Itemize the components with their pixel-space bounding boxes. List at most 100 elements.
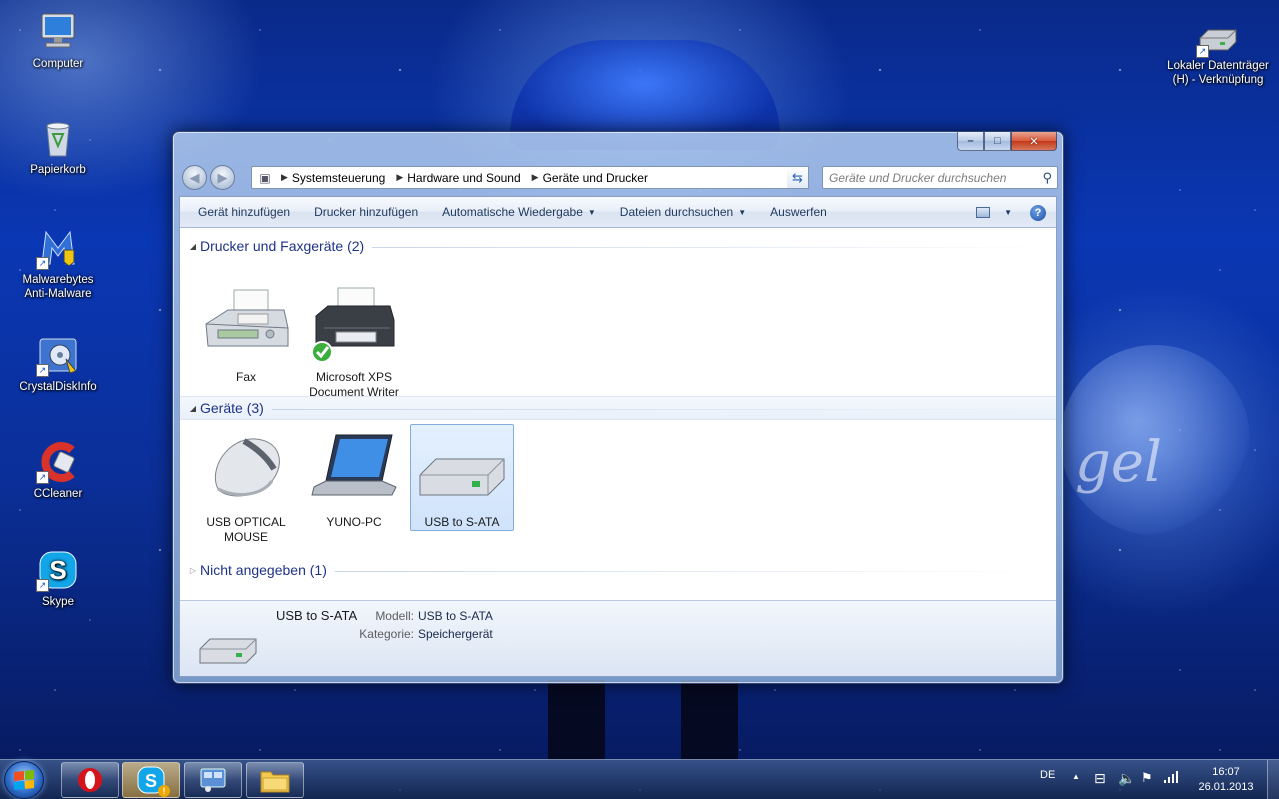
- desktop-icon-malwarebytes[interactable]: ↗ Malwarebytes Anti-Malware: [13, 226, 103, 301]
- expand-triangle-icon: ▷: [189, 565, 197, 575]
- computer-icon: [36, 10, 80, 54]
- search-icon[interactable]: ⚲: [1042, 170, 1052, 186]
- address-bar[interactable]: ▣ ▶ Systemsteuerung ▶ Hardware und Sound…: [251, 166, 809, 189]
- group-header-devices[interactable]: ◢ Geräte (3): [186, 396, 1050, 420]
- back-arrow-icon: ◀: [189, 169, 200, 185]
- breadcrumb-separator-icon: ▶: [531, 172, 539, 182]
- breadcrumb-separator-icon: ▶: [396, 172, 404, 182]
- refresh-button[interactable]: ⇆: [787, 166, 809, 189]
- taskbar-skype[interactable]: S !: [122, 762, 180, 798]
- shortcut-arrow-icon: ↗: [1196, 45, 1209, 58]
- group-header-printers[interactable]: ◢ Drucker und Faxgeräte (2): [186, 234, 1050, 258]
- folder-icon: [260, 771, 290, 793]
- mouse-icon: [198, 429, 294, 511]
- clock-time: 16:07: [1212, 766, 1240, 778]
- fax-icon: [198, 284, 294, 366]
- search-input[interactable]: [829, 170, 1029, 185]
- recycle-bin-icon: [36, 116, 80, 160]
- group-divider: [271, 408, 1050, 410]
- skype-icon: S ↗: [36, 548, 80, 592]
- details-pane: USB to S-ATA Modell: USB to S-ATA Kategor…: [180, 600, 1056, 676]
- device-microsoft-xps-document-writer[interactable]: Microsoft XPS Document Writer: [302, 279, 406, 401]
- show-hidden-icons-button[interactable]: ▲: [1072, 772, 1080, 781]
- wallpaper-figure-legs: [548, 680, 738, 760]
- chevron-down-icon: ▼: [1004, 208, 1012, 217]
- start-button[interactable]: [4, 761, 44, 799]
- hard-drive-icon: ↗: [1196, 26, 1240, 58]
- control-panel-icon: [200, 768, 226, 792]
- breadcrumb-separator-icon: ▶: [281, 172, 288, 182]
- desktop-icon-crystaldiskinfo[interactable]: ↗ CrystalDiskInfo: [13, 333, 103, 394]
- desktop-icon-local-drive-h[interactable]: ↗ Lokaler Datenträger (H) - Verknüpfung: [1160, 26, 1276, 87]
- volume-icon[interactable]: 🔈: [1118, 770, 1135, 787]
- close-button[interactable]: ✕: [1011, 132, 1057, 151]
- forward-button[interactable]: ▶: [210, 165, 235, 190]
- maximize-button[interactable]: □: [984, 132, 1011, 151]
- group-title-printers: Drucker und Faxgeräte (2): [200, 238, 365, 254]
- group-header-unspecified[interactable]: ▷ Nicht angegeben (1): [186, 558, 1050, 582]
- desktop-icon-ccleaner[interactable]: ↗ CCleaner: [13, 440, 103, 501]
- device-fax[interactable]: Fax: [194, 279, 298, 386]
- breadcrumb-systemsteuerung[interactable]: Systemsteuerung: [290, 171, 391, 185]
- group-title-devices: Geräte (3): [200, 400, 264, 416]
- shortcut-arrow-icon: ↗: [36, 364, 49, 377]
- desktop-icon-skype[interactable]: S ↗ Skype: [13, 548, 103, 609]
- command-bar-right: ▼ ?: [976, 197, 1046, 228]
- svg-text:S: S: [49, 555, 66, 585]
- autoplay-button[interactable]: Automatische Wiedergabe ▼: [430, 197, 608, 228]
- language-indicator[interactable]: DE: [1040, 760, 1055, 799]
- svg-text:S: S: [145, 771, 157, 791]
- shortcut-arrow-icon: ↗: [36, 471, 49, 484]
- laptop-icon: [306, 429, 402, 511]
- collapse-triangle-icon: ◢: [189, 403, 197, 413]
- desktop-icon-recycle-bin[interactable]: Papierkorb: [13, 116, 103, 177]
- ccleaner-icon: ↗: [36, 440, 80, 484]
- skype-icon: S !: [136, 765, 170, 797]
- forward-arrow-icon: ▶: [217, 169, 228, 185]
- desktop-icon-computer[interactable]: Computer: [13, 10, 103, 71]
- clock[interactable]: 16:07 26.01.2013: [1192, 760, 1260, 799]
- help-icon[interactable]: ?: [1030, 204, 1046, 221]
- taskbar-explorer[interactable]: [246, 762, 304, 798]
- taskbar-opera[interactable]: [61, 762, 119, 798]
- details-category: Kategorie: Speichergerät: [359, 627, 493, 641]
- group-title-unspecified: Nicht angegeben (1): [200, 562, 327, 578]
- details-model: Modell: USB to S-ATA: [375, 609, 493, 623]
- windows-logo-icon: [14, 769, 34, 791]
- add-printer-button[interactable]: Drucker hinzufügen: [302, 197, 430, 228]
- refresh-icon: ⇆: [792, 169, 803, 185]
- wallpaper-script: gel: [1075, 430, 1162, 495]
- search-box[interactable]: ⚲: [822, 166, 1058, 189]
- crystaldiskinfo-icon: ↗: [36, 333, 80, 377]
- network-signal-icon[interactable]: [1164, 771, 1180, 786]
- shortcut-arrow-icon: ↗: [36, 579, 49, 592]
- clock-date: 26.01.2013: [1198, 781, 1254, 793]
- eject-button[interactable]: Auswerfen: [758, 197, 839, 228]
- autoplay-label: Automatische Wiedergabe: [442, 204, 583, 219]
- device-usb-to-s-ata[interactable]: USB to S-ATA: [410, 424, 514, 531]
- browse-files-button[interactable]: Dateien durchsuchen ▼: [608, 197, 758, 228]
- action-center-flag-icon[interactable]: ⚑: [1141, 770, 1153, 786]
- change-view-button[interactable]: ▼: [976, 207, 1012, 218]
- chevron-down-icon: ▼: [587, 207, 596, 217]
- group-divider: [372, 246, 1050, 248]
- printer-icon: [306, 284, 402, 366]
- breadcrumb-hardware-und-sound[interactable]: Hardware und Sound: [405, 171, 526, 185]
- device-yuno-pc[interactable]: YUNO-PC: [302, 424, 406, 531]
- browse-files-label: Dateien durchsuchen: [619, 204, 734, 219]
- taskbar: S ! DE ▲ ⊟ 🔈 ⚑ 16:07 26.01.2013: [0, 759, 1279, 799]
- add-device-button[interactable]: Gerät hinzufügen: [186, 197, 302, 228]
- breadcrumb-geraete-und-drucker[interactable]: Geräte und Drucker: [541, 171, 654, 185]
- back-button[interactable]: ◀: [182, 165, 207, 190]
- usb-safely-remove-icon[interactable]: ⊟: [1094, 770, 1106, 787]
- view-icon: [976, 207, 991, 218]
- notification-badge: !: [158, 785, 170, 797]
- taskbar-control-panel[interactable]: [184, 762, 242, 798]
- device-usb-optical-mouse[interactable]: USB OPTICAL MOUSE: [194, 424, 298, 546]
- minimize-button[interactable]: –: [957, 132, 984, 151]
- chevron-down-icon: ▼: [738, 207, 747, 217]
- group-divider: [334, 570, 1050, 572]
- show-desktop-button[interactable]: [1267, 760, 1279, 799]
- selected-device-icon: [196, 623, 260, 667]
- control-panel-icon: ▣: [259, 170, 271, 185]
